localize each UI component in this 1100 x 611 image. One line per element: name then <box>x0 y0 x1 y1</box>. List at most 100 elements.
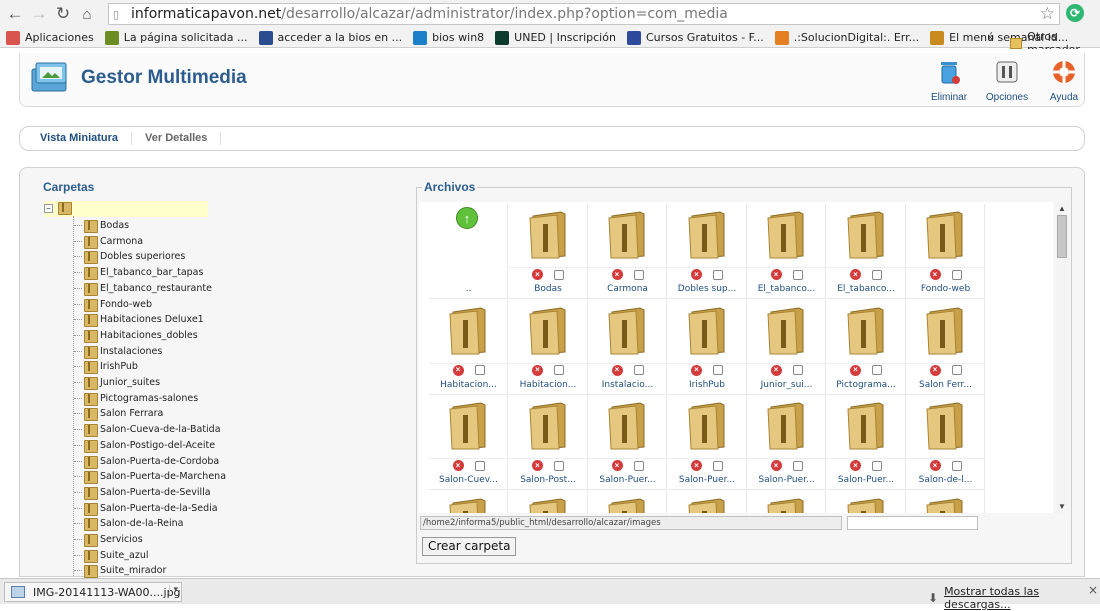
folder-thumbnail[interactable]: × Salon-Puer... <box>588 395 667 490</box>
folder-name[interactable]: Fondo-web <box>906 284 985 294</box>
delete-icon[interactable]: × <box>770 364 782 376</box>
folder-thumbnail[interactable] <box>906 490 985 513</box>
up-arrow-icon[interactable]: ↑ <box>456 207 478 229</box>
select-checkbox[interactable] <box>872 460 882 471</box>
folder-icon[interactable] <box>845 497 887 513</box>
delete-icon[interactable]: × <box>929 460 941 471</box>
folder-thumbnail[interactable]: × Habitacion... <box>508 299 588 395</box>
folder-name[interactable]: Dobles sup... <box>668 284 747 294</box>
delete-icon[interactable]: × <box>532 269 543 280</box>
folder-icon[interactable] <box>845 210 887 260</box>
delete-icon[interactable]: × <box>611 460 623 471</box>
select-checkbox[interactable] <box>713 460 723 471</box>
folder-icon[interactable] <box>686 401 728 451</box>
tab-details-view[interactable]: Ver Detalles <box>132 132 222 145</box>
folder-name[interactable]: Salon-Puer... <box>668 475 747 485</box>
delete-icon[interactable]: × <box>929 269 941 280</box>
folder-icon[interactable] <box>845 401 887 451</box>
folder-thumbnail[interactable] <box>509 490 588 513</box>
folder-thumbnail[interactable]: × Salon-Puer... <box>826 395 906 490</box>
close-download-bar-icon[interactable]: × <box>1088 583 1098 597</box>
folder-thumbnail[interactable]: × Salon Ferr... <box>906 299 985 395</box>
bookmark-item[interactable]: Cursos Gratuitos - F... <box>626 30 764 45</box>
folder-icon[interactable] <box>527 401 569 451</box>
folder-thumbnail[interactable]: × IrishPub <box>667 299 747 395</box>
select-checkbox[interactable] <box>792 269 803 280</box>
folder-tree-item[interactable]: Habitaciones_dobles <box>74 328 198 343</box>
show-all-downloads[interactable]: ⬇ Mostrar todas las descargas... <box>928 585 1100 611</box>
folder-thumbnail[interactable]: × El_tabanco... <box>747 204 826 299</box>
select-checkbox[interactable] <box>633 460 644 471</box>
select-checkbox[interactable] <box>474 365 485 375</box>
folder-icon[interactable] <box>527 306 569 356</box>
select-checkbox[interactable] <box>792 365 803 375</box>
bookmarks-more[interactable]: » <box>987 30 994 44</box>
select-checkbox[interactable] <box>792 460 803 471</box>
folder-name[interactable]: Salon-Puer... <box>588 475 667 485</box>
folder-icon[interactable] <box>447 401 489 451</box>
folder-tree-item[interactable]: Habitaciones Deluxe1 <box>74 312 204 328</box>
folder-tree-item[interactable]: Salon-Puerta-de-Cordoba <box>74 454 219 469</box>
folder-name[interactable]: Junior_sui... <box>747 380 826 390</box>
folder-thumbnail[interactable] <box>747 490 826 513</box>
folder-tree-item[interactable]: Pictogramas-salones <box>74 391 198 406</box>
help-button[interactable]: Ayuda <box>1042 59 1086 103</box>
delete-icon[interactable]: × <box>611 269 623 280</box>
delete-icon[interactable]: × <box>532 364 543 376</box>
folder-name[interactable]: Salon-de-l... <box>906 475 985 485</box>
files-scrollbar[interactable]: ▲ ▼ <box>1055 202 1069 513</box>
delete-icon[interactable]: × <box>691 269 702 280</box>
select-checkbox[interactable] <box>633 365 644 375</box>
folder-thumbnail[interactable]: × Salon-Post... <box>508 395 588 490</box>
folder-icon[interactable] <box>686 306 728 356</box>
select-checkbox[interactable] <box>554 269 564 280</box>
select-checkbox[interactable] <box>951 365 962 375</box>
folder-thumbnail[interactable]: × Bodas <box>508 204 588 299</box>
folder-icon[interactable] <box>606 306 648 356</box>
folder-tree-item[interactable]: Salon-Cueva-de-la-Batida <box>74 422 221 438</box>
folder-thumbnail[interactable]: × Instalacio... <box>588 299 667 395</box>
select-checkbox[interactable] <box>474 460 485 471</box>
delete-icon[interactable]: × <box>850 269 861 280</box>
delete-icon[interactable]: × <box>452 364 464 376</box>
bookmark-item[interactable]: La página solicitada ... <box>104 30 248 45</box>
select-checkbox[interactable] <box>554 365 564 375</box>
folder-thumbnail[interactable] <box>827 490 906 513</box>
forward-icon[interactable]: → <box>27 2 51 26</box>
folder-thumbnail[interactable]: × Carmona <box>588 204 667 299</box>
folder-tree-item[interactable]: Salon-Puerta-de-Marchena <box>74 469 226 485</box>
folder-name[interactable]: IrishPub <box>668 380 747 390</box>
folder-thumbnail[interactable]: × Habitacion... <box>429 299 508 395</box>
folder-thumbnail[interactable]: × Salon-Cuev... <box>429 395 508 490</box>
folder-tree-item[interactable]: Dobles superiores <box>74 249 185 265</box>
folder-name[interactable]: Carmona <box>588 284 667 294</box>
options-button[interactable]: Opciones <box>985 59 1029 103</box>
select-checkbox[interactable] <box>872 365 882 375</box>
folder-icon[interactable] <box>765 497 807 513</box>
select-checkbox[interactable] <box>872 269 882 280</box>
folder-tree-item[interactable]: Instalaciones <box>74 344 162 359</box>
delete-icon[interactable]: × <box>770 269 782 280</box>
folder-tree-item[interactable]: Suite_azul <box>74 548 148 563</box>
new-folder-input[interactable] <box>847 516 978 530</box>
folder-name[interactable]: Salon-Cuev... <box>429 475 508 485</box>
scrollbar-thumb[interactable] <box>1057 215 1067 258</box>
folder-tree-item[interactable]: Salon-Postigo-del-Aceite <box>74 438 215 453</box>
folder-thumbnail[interactable] <box>429 490 508 513</box>
delete-icon[interactable]: × <box>929 364 941 376</box>
bookmark-item[interactable]: acceder a la bios en ... <box>258 30 402 45</box>
folder-name[interactable]: Salon Ferr... <box>906 380 985 390</box>
folder-name[interactable]: Instalacio... <box>588 380 667 390</box>
parent-folder-cell[interactable]: ↑ .. <box>429 204 508 299</box>
folder-tree-item[interactable]: El_tabanco_bar_tapas <box>74 265 203 281</box>
folder-icon[interactable] <box>606 210 648 260</box>
folder-tree-item[interactable]: Fondo-web <box>74 297 152 312</box>
folder-thumbnail[interactable] <box>588 490 667 513</box>
folder-tree-item[interactable]: IrishPub <box>74 359 138 375</box>
current-path-field[interactable]: /home2/informa5/public_html/desarrollo/a… <box>420 516 842 530</box>
folder-tree-item[interactable]: Bodas <box>74 218 129 233</box>
folder-thumbnail[interactable]: × El_tabanco... <box>826 204 906 299</box>
delete-icon[interactable]: × <box>452 460 464 471</box>
delete-icon[interactable]: × <box>850 364 861 376</box>
scroll-up-icon[interactable]: ▲ <box>1058 204 1066 213</box>
